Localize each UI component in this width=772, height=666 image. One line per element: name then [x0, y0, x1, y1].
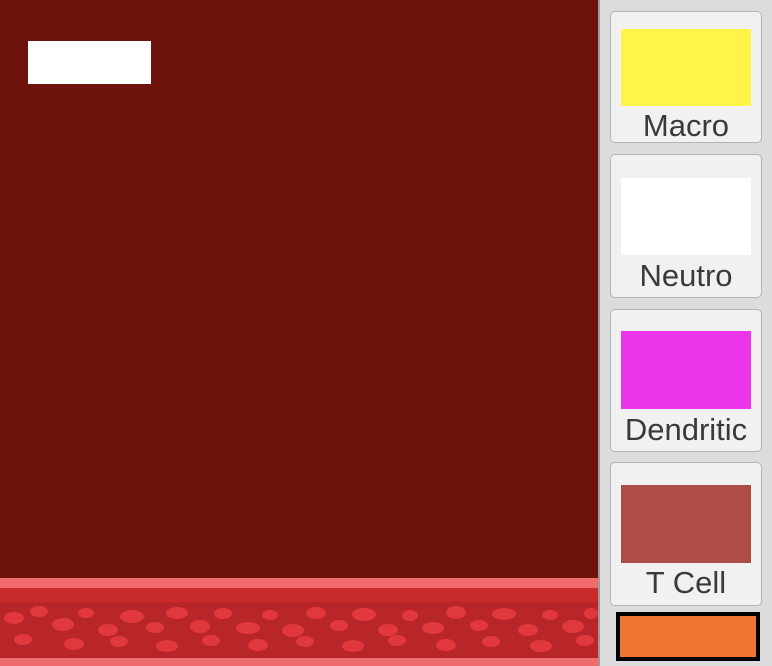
tissue-background — [0, 0, 598, 580]
red-blood-cell — [388, 635, 406, 646]
play-area[interactable] — [0, 0, 598, 666]
red-blood-cell — [584, 608, 598, 619]
red-blood-cell — [422, 622, 444, 634]
red-blood-cell — [248, 639, 268, 651]
red-blood-cell — [330, 620, 348, 631]
neutro-swatch — [621, 178, 751, 255]
red-blood-cell — [214, 608, 232, 619]
red-blood-cell — [190, 620, 210, 633]
red-blood-cell — [562, 620, 584, 633]
tcell-label: T Cell — [645, 565, 727, 600]
cell-selection-panel: Macro Neutro Dendritic T Cell — [598, 0, 772, 666]
red-blood-cell — [342, 640, 364, 652]
red-blood-cell — [64, 638, 84, 650]
red-blood-cell — [4, 612, 24, 624]
red-blood-cell — [120, 610, 144, 623]
red-blood-cell — [402, 610, 418, 621]
cell-card-dendritic[interactable]: Dendritic — [610, 309, 762, 452]
vessel-lumen — [0, 602, 598, 658]
cell-card-tcell[interactable]: T Cell — [610, 462, 762, 606]
cell-card-neutro[interactable]: Neutro — [610, 154, 762, 298]
red-blood-cell — [98, 624, 118, 636]
red-blood-cell — [236, 622, 260, 634]
red-blood-cell — [30, 606, 48, 617]
dendritic-label: Dendritic — [624, 412, 748, 447]
neutro-label: Neutro — [639, 258, 733, 293]
tcell-swatch — [621, 485, 751, 563]
red-blood-cell — [530, 640, 552, 652]
red-blood-cell — [110, 636, 128, 647]
vessel-wall-inner — [0, 588, 598, 602]
red-blood-cell — [282, 624, 304, 637]
red-blood-cell — [14, 634, 32, 645]
red-blood-cell — [262, 610, 278, 620]
red-blood-cell — [446, 606, 466, 619]
selected-cell-slot[interactable] — [616, 612, 760, 661]
score-box — [28, 41, 151, 84]
red-blood-cell — [542, 610, 558, 620]
red-blood-cell — [492, 608, 516, 620]
red-blood-cell — [146, 622, 164, 633]
red-blood-cell — [518, 624, 538, 636]
red-blood-cell — [436, 639, 456, 651]
game-screen: Macro Neutro Dendritic T Cell — [0, 0, 772, 666]
red-blood-cell — [306, 607, 326, 619]
red-blood-cell — [296, 636, 314, 647]
red-blood-cell — [166, 607, 188, 619]
red-blood-cell — [78, 608, 94, 618]
red-blood-cell — [576, 635, 594, 646]
vessel-wall-bottom — [0, 658, 598, 666]
cell-card-macro[interactable]: Macro — [610, 11, 762, 143]
red-blood-cell — [202, 635, 220, 646]
red-blood-cell — [470, 620, 488, 631]
red-blood-cell — [52, 618, 74, 631]
blood-vessel — [0, 578, 598, 666]
dendritic-swatch — [621, 331, 751, 409]
red-blood-cell — [482, 636, 500, 647]
red-blood-cell — [352, 608, 376, 621]
vessel-wall-top — [0, 578, 598, 588]
red-blood-cell — [156, 640, 178, 652]
macro-swatch — [621, 29, 751, 106]
macro-label: Macro — [642, 108, 730, 143]
